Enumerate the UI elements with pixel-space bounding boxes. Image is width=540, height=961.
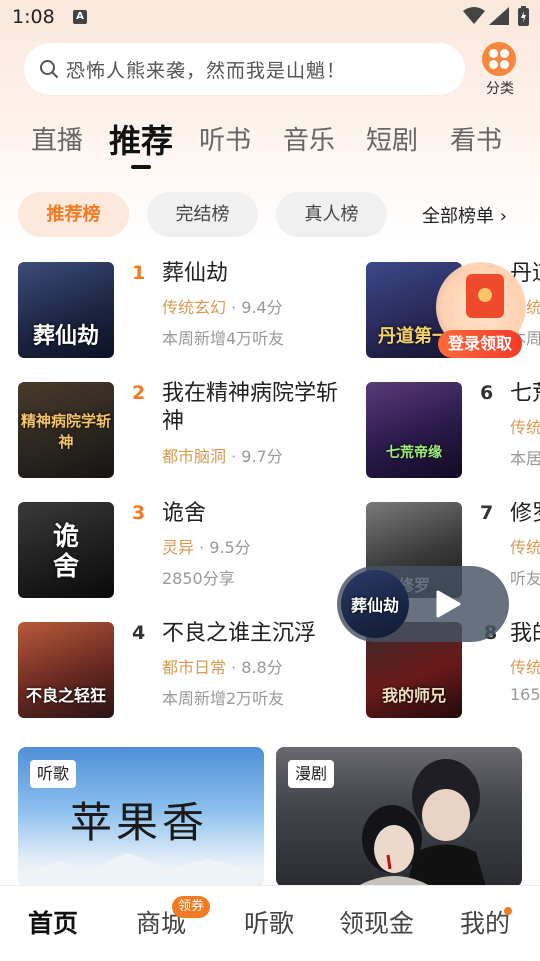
book-title: 我在精神病院学斩神 xyxy=(162,381,339,434)
login-reward-widget[interactable]: 登录领取 xyxy=(436,262,530,362)
book-cover: 葬仙劫 xyxy=(18,262,114,358)
book-meta: 传统 xyxy=(510,418,540,437)
book-meta: 传统 xyxy=(510,538,540,557)
drama-illustration xyxy=(356,759,486,887)
tab-reading[interactable]: 看书 xyxy=(450,120,502,157)
feature-cards: 听歌 苹果香 漫剧 xyxy=(0,747,540,887)
book-subtitle: 165 xyxy=(510,685,540,704)
list-item[interactable]: 精神病院学斩神 2 我在精神病院学斩神 都市脑洞 · 9.7分 xyxy=(18,381,348,478)
red-envelope-icon xyxy=(466,274,504,318)
category-label: 分类 xyxy=(486,81,514,97)
list-item[interactable]: 不良之轻狂 4 不良之谁主沉浮 都市日常 · 8.8分 本周新增2万听友 xyxy=(18,621,348,718)
book-meta: 传统 xyxy=(510,658,540,677)
book-meta: 都市日常 · 8.8分 xyxy=(162,658,283,677)
book-title: 葬仙劫 xyxy=(162,261,229,286)
book-meta: 都市脑洞 · 9.7分 xyxy=(162,447,283,466)
rank-number: 4 xyxy=(132,622,146,644)
book-cover: 不良之轻狂 xyxy=(18,622,114,718)
book-cover: 诡舍 xyxy=(18,502,114,598)
nav-mine[interactable]: 我的 xyxy=(460,904,510,940)
signal-icon xyxy=(489,7,509,25)
search-placeholder: 恐怖人熊来袭，然而我是山魈！ xyxy=(66,60,347,82)
coupon-badge: 领券 xyxy=(172,896,211,918)
rank-number: 6 xyxy=(480,382,494,404)
nav-music[interactable]: 听歌 xyxy=(244,904,294,940)
all-rankings-link[interactable]: 全部榜单 › xyxy=(422,202,507,228)
notification-dot xyxy=(504,907,512,915)
tab-music[interactable]: 音乐 xyxy=(283,120,335,157)
rank-number: 3 xyxy=(132,502,146,524)
chip-finished-rank[interactable]: 完结榜 xyxy=(147,192,258,237)
status-time: 1:08 xyxy=(12,6,55,28)
rank-number: 2 xyxy=(132,382,146,404)
tab-audiobook[interactable]: 听书 xyxy=(199,120,251,157)
chip-recommend-rank[interactable]: 推荐榜 xyxy=(18,192,129,237)
card-tag: 漫剧 xyxy=(288,760,335,788)
play-icon[interactable] xyxy=(435,590,461,618)
book-subtitle: 本周新增2万听友 xyxy=(162,689,285,708)
book-subtitle: 本周新增4万听友 xyxy=(162,329,285,348)
list-item[interactable]: 七荒帝缘 6 七荒 传统 本居 xyxy=(366,382,540,478)
book-cover: 精神病院学斩神 xyxy=(18,382,114,478)
category-icon xyxy=(482,42,516,76)
book-title: 不良之谁主沉浮 xyxy=(162,621,317,646)
nav-cash[interactable]: 领现金 xyxy=(339,904,414,940)
bottom-navigation: 首页 商城 领券 听歌 领现金 我的 xyxy=(0,885,540,961)
search-bar[interactable]: 恐怖人熊来袭，然而我是山魈！ xyxy=(24,43,465,95)
battery-icon xyxy=(518,6,529,26)
login-reward-button[interactable]: 登录领取 xyxy=(438,330,522,358)
chip-real-voice-rank[interactable]: 真人榜 xyxy=(276,192,387,237)
mountain-illustration xyxy=(18,853,264,887)
tab-short-drama[interactable]: 短剧 xyxy=(366,120,418,157)
book-cover: 七荒帝缘 xyxy=(366,382,462,478)
book-title: 七荒 xyxy=(510,382,540,406)
book-subtitle: 2850分享 xyxy=(162,569,235,588)
list-item[interactable]: 诡舍 3 诡舍 灵异 · 9.5分 2850分享 xyxy=(18,501,348,598)
rank-number: 7 xyxy=(480,502,494,524)
category-button[interactable]: 分类 xyxy=(478,42,522,100)
rank-number: 1 xyxy=(132,262,146,284)
mini-player[interactable]: 葬仙劫 xyxy=(337,566,509,642)
card-music[interactable]: 听歌 苹果香 xyxy=(18,747,264,887)
book-subtitle: 听友 xyxy=(510,569,540,588)
book-meta: 传统玄幻 · 9.4分 xyxy=(162,298,283,317)
tab-recommend[interactable]: 推荐 xyxy=(109,118,173,162)
book-meta: 灵异 · 9.5分 xyxy=(162,538,251,557)
book-title: 我的 xyxy=(510,622,540,646)
top-tabs: 直播 推荐 听书 音乐 短剧 看书 xyxy=(0,118,540,170)
tab-live[interactable]: 直播 xyxy=(31,120,83,157)
card-tag: 听歌 xyxy=(30,760,77,788)
book-title: 修罗 xyxy=(510,502,540,526)
wifi-icon xyxy=(463,7,485,24)
tab-active-indicator xyxy=(131,165,151,169)
nav-home[interactable]: 首页 xyxy=(28,904,78,940)
book-title: 诡舍 xyxy=(162,501,207,526)
list-item[interactable]: 葬仙劫 1 葬仙劫 传统玄幻 · 9.4分 本周新增4万听友 xyxy=(18,261,348,358)
ranking-chips: 推荐榜 完结榜 真人榜 全部榜单 › xyxy=(0,192,540,240)
search-icon xyxy=(40,60,58,78)
notification-icon: A xyxy=(73,10,87,24)
card-comic-drama[interactable]: 漫剧 xyxy=(276,747,522,887)
book-subtitle: 本居 xyxy=(510,449,540,468)
status-bar: 1:08 A xyxy=(0,0,540,36)
player-thumbnail: 葬仙劫 xyxy=(341,570,409,638)
card-title: 苹果香 xyxy=(70,798,209,847)
